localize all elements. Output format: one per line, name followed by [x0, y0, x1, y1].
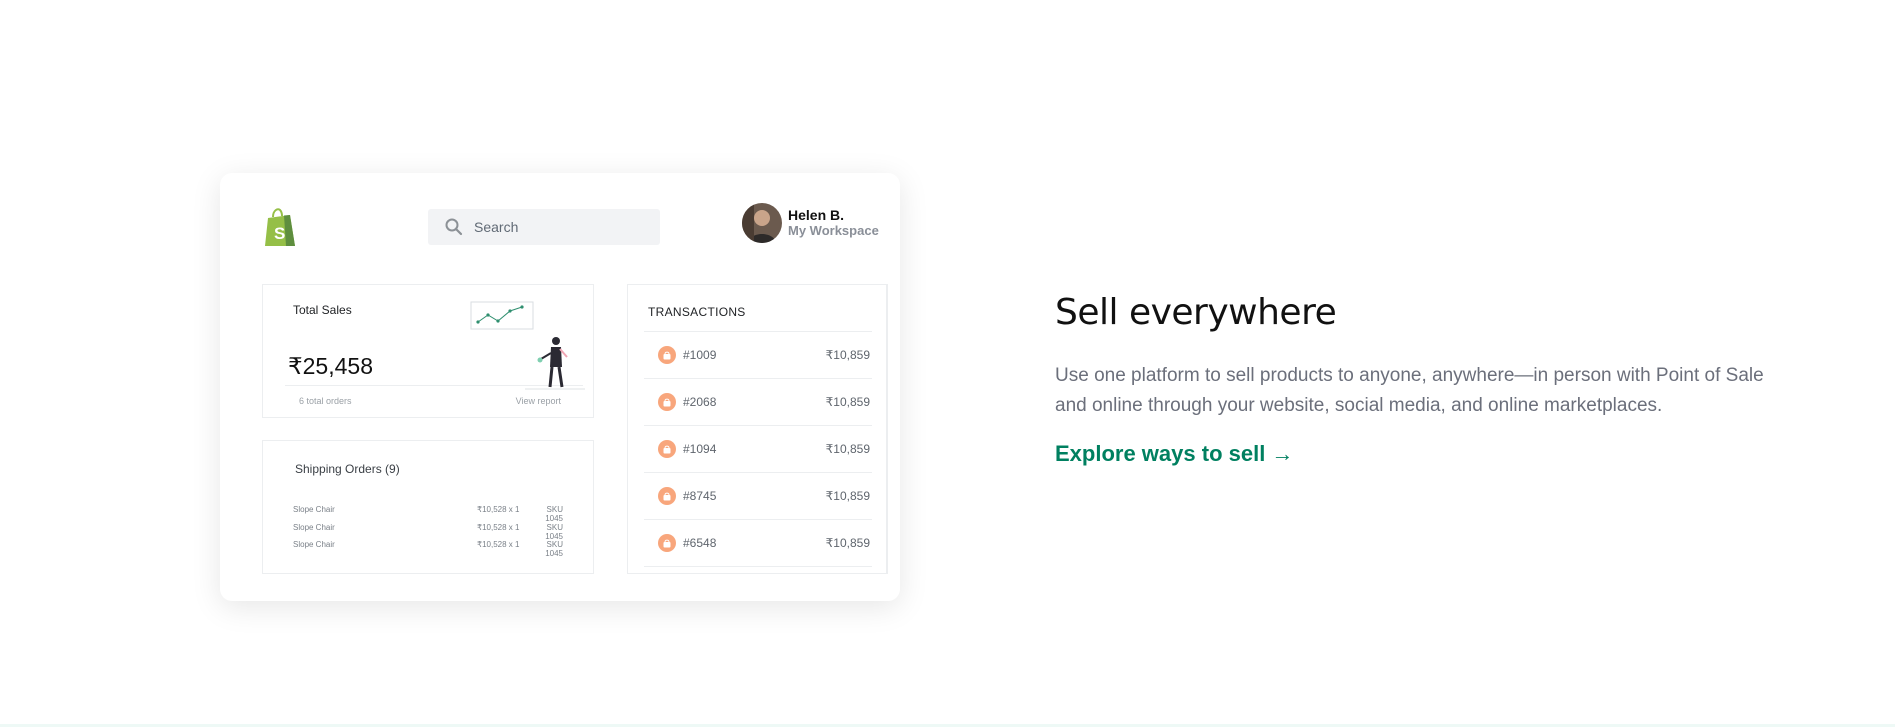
transactions-list: #1009 ₹10,859 #2068 ₹10,859 #1094 ₹10,85…	[644, 331, 872, 567]
sales-amount: 25,458	[302, 353, 373, 379]
transactions-panel: TRANSACTIONS #1009 ₹10,859 #2068 ₹10,859…	[627, 284, 888, 574]
transaction-id: #8745	[683, 489, 717, 503]
shipping-orders-title: Shipping Orders (9)	[295, 462, 400, 476]
transaction-amount: ₹10,859	[825, 395, 870, 409]
dashboard-card: S Search Helen B. My Workspace Total Sal…	[220, 173, 900, 601]
product-price: ₹10,528 x 1	[477, 540, 520, 549]
shipping-orders-panel: Shipping Orders (9) Slope Chair ₹10,528 …	[262, 440, 594, 574]
transaction-amount: ₹10,859	[825, 489, 870, 503]
list-item: Slope Chair ₹10,528 x 1 SKU 1045	[293, 540, 563, 558]
explore-ways-to-sell-link[interactable]: Explore ways to sell →	[1055, 441, 1293, 467]
table-row[interactable]: #8745 ₹10,859	[644, 472, 872, 519]
transaction-id: #1009	[683, 348, 717, 362]
total-sales-title: Total Sales	[293, 303, 352, 317]
marketing-copy: Sell everywhere Use one platform to sell…	[1055, 292, 1775, 467]
table-row[interactable]: #1094 ₹10,859	[644, 425, 872, 472]
product-sku: SKU 1045	[545, 523, 563, 541]
total-orders-count: 6 total orders	[299, 396, 352, 406]
product-price: ₹10,528 x 1	[477, 505, 520, 514]
user-name: Helen B.	[788, 207, 845, 223]
avatar	[742, 203, 782, 243]
list-item: Slope Chair ₹10,528 x 1 SKU 1045	[293, 523, 563, 541]
bag-icon	[658, 440, 676, 458]
section-body: Use one platform to sell products to any…	[1055, 365, 1764, 416]
sales-illustration	[470, 301, 585, 390]
user-workspace: My Workspace	[788, 223, 879, 238]
user-profile[interactable]: Helen B. My Workspace	[742, 203, 879, 243]
product-name: Slope Chair	[293, 523, 335, 532]
transaction-id: #2068	[683, 395, 717, 409]
product-name: Slope Chair	[293, 540, 335, 549]
total-sales-panel: Total Sales ₹25,458 6 total orders View …	[262, 284, 594, 418]
search-icon	[445, 218, 463, 236]
product-sku: SKU 1045	[545, 505, 563, 523]
transaction-id: #1094	[683, 442, 717, 456]
currency-symbol: ₹	[288, 353, 303, 379]
transaction-amount: ₹10,859	[825, 348, 870, 362]
svg-text:S: S	[274, 224, 285, 243]
product-price: ₹10,528 x 1	[477, 523, 520, 532]
shopify-logo-icon: S	[265, 208, 295, 246]
transactions-title: TRANSACTIONS	[648, 305, 746, 319]
section-heading: Sell everywhere	[1055, 292, 1337, 333]
bag-icon	[658, 487, 676, 505]
view-report-link[interactable]: View report	[516, 396, 561, 406]
search-input[interactable]: Search	[428, 209, 660, 245]
table-row[interactable]: #1009 ₹10,859	[644, 331, 872, 378]
list-item: Slope Chair ₹10,528 x 1 SKU 1045	[293, 505, 563, 523]
bag-icon	[658, 346, 676, 364]
product-sku: SKU 1045	[545, 540, 563, 558]
search-placeholder: Search	[474, 219, 519, 235]
transaction-amount: ₹10,859	[825, 442, 870, 456]
bag-icon	[658, 393, 676, 411]
table-row[interactable]: #6548 ₹10,859	[644, 519, 872, 567]
transaction-amount: ₹10,859	[825, 536, 870, 550]
transaction-id: #6548	[683, 536, 717, 550]
product-name: Slope Chair	[293, 505, 335, 514]
total-sales-value: ₹25,458	[288, 353, 373, 380]
table-row[interactable]: #2068 ₹10,859	[644, 378, 872, 425]
bag-icon	[658, 534, 676, 552]
